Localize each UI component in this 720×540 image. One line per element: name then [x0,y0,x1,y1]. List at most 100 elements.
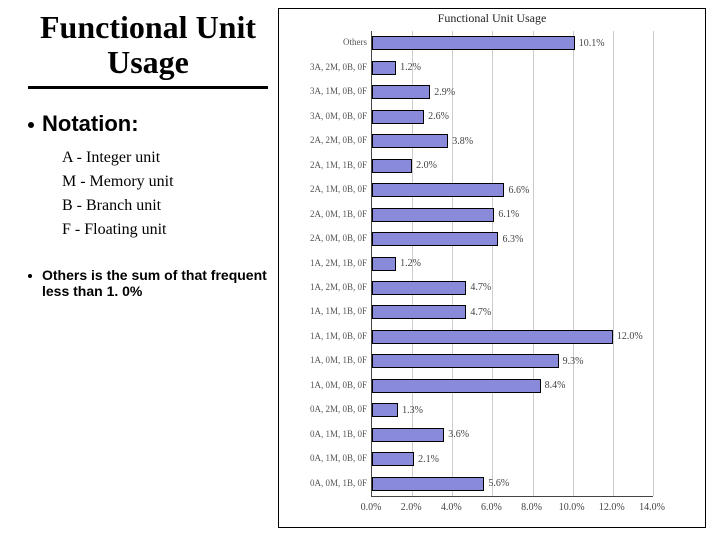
bar-value-label: 2.1% [418,452,439,466]
category-label: 2A, 1M, 0B, 0F [281,185,367,194]
bar-value-label: 6.1% [498,208,519,222]
x-tick-label: 4.0% [441,502,462,513]
bar-value-label: 1.3% [402,403,423,417]
category-label: 3A, 2M, 0B, 0F [281,63,367,72]
bar [372,281,466,295]
bar-row: 6.3% [372,232,653,246]
bar [372,428,444,442]
bar [372,379,541,393]
category-label: 1A, 1M, 1B, 0F [281,307,367,316]
category-label: 2A, 0M, 1B, 0F [281,210,367,219]
category-label: 0A, 1M, 1B, 0F [281,430,367,439]
bar-row: 2.9% [372,85,653,99]
bar-row: 12.0% [372,330,653,344]
notation-heading: Notation: [28,111,268,137]
bar-value-label: 3.6% [448,428,469,442]
bar-row: 10.1% [372,36,653,50]
category-label: 2A, 2M, 0B, 0F [281,136,367,145]
notation-item: B - Branch unit [62,197,268,215]
bar-row: 2.1% [372,452,653,466]
bar-value-label: 9.3% [563,354,584,368]
page-title: Functional Unit Usage [28,10,268,89]
bar-value-label: 1.2% [400,257,421,271]
bar [372,452,414,466]
bar-row: 1.2% [372,61,653,75]
bar [372,305,466,319]
bullet-dot-icon [28,122,34,128]
category-label: 1A, 2M, 0B, 0F [281,283,367,292]
bar-value-label: 2.6% [428,110,449,124]
x-tick-label: 12.0% [599,502,625,513]
notation-item: A - Integer unit [62,149,268,167]
bar-row: 6.6% [372,183,653,197]
bar-row: 2.0% [372,159,653,173]
chart-panel: Functional Unit Usage 10.1%1.2%2.9%2.6%3… [278,8,706,528]
bar-row: 1.3% [372,403,653,417]
category-label: 2A, 0M, 0B, 0F [281,234,367,243]
category-label: 1A, 0M, 1B, 0F [281,356,367,365]
gridline [653,31,654,496]
category-label: 0A, 0M, 1B, 0F [281,479,367,488]
bar-value-label: 6.3% [502,232,523,246]
bullet-dot-icon [28,274,32,278]
category-label: 1A, 1M, 0B, 0F [281,332,367,341]
bar-value-label: 4.7% [470,281,491,295]
bar [372,330,613,344]
bar-value-label: 6.6% [508,183,529,197]
bar-value-label: 3.8% [452,134,473,148]
category-label: 2A, 1M, 1B, 0F [281,161,367,170]
x-tick-label: 0.0% [361,502,382,513]
bar [372,61,396,75]
x-tick-label: 10.0% [559,502,585,513]
bar-value-label: 5.6% [488,477,509,491]
notation-item: F - Floating unit [62,221,268,239]
chart-title: Functional Unit Usage [279,9,705,29]
category-label: 1A, 2M, 1B, 0F [281,259,367,268]
notation-text: Notation: [42,111,139,137]
slide: Functional Unit Usage Notation: A - Inte… [0,0,720,540]
category-label: 1A, 0M, 0B, 0F [281,381,367,390]
bar-row: 5.6% [372,477,653,491]
bar-row: 2.6% [372,110,653,124]
bar [372,208,494,222]
x-tick-label: 14.0% [639,502,665,513]
bar-value-label: 10.1% [579,36,605,50]
bar [372,110,424,124]
bar [372,134,448,148]
bar [372,257,396,271]
bar-row: 3.6% [372,428,653,442]
x-tick-label: 2.0% [401,502,422,513]
bar [372,85,430,99]
bar-value-label: 12.0% [617,330,643,344]
notation-item: M - Memory unit [62,173,268,191]
bar [372,232,498,246]
bar-value-label: 2.9% [434,85,455,99]
bar [372,36,575,50]
bar-row: 6.1% [372,208,653,222]
category-label: 0A, 2M, 0B, 0F [281,405,367,414]
bar [372,477,484,491]
bar [372,354,559,368]
left-column: Functional Unit Usage Notation: A - Inte… [28,10,268,299]
category-label: Others [281,38,367,47]
bar-row: 3.8% [372,134,653,148]
bar-row: 9.3% [372,354,653,368]
bar-row: 8.4% [372,379,653,393]
bar-row: 1.2% [372,257,653,271]
bar [372,403,398,417]
bar-value-label: 2.0% [416,159,437,173]
others-note: Others is the sum of that frequent less … [28,267,268,299]
bar [372,159,412,173]
bar [372,183,504,197]
category-label: 0A, 1M, 0B, 0F [281,454,367,463]
bar-value-label: 4.7% [470,305,491,319]
bar-value-label: 8.4% [545,379,566,393]
x-tick-label: 6.0% [481,502,502,513]
category-label: 3A, 0M, 0B, 0F [281,112,367,121]
bar-value-label: 1.2% [400,61,421,75]
x-tick-label: 8.0% [521,502,542,513]
bullet-block: Notation: A - Integer unit M - Memory un… [28,111,268,299]
category-label: 3A, 1M, 0B, 0F [281,87,367,96]
plot-area: 10.1% 1.2% 2.9% 2.6%3.8% 2.0% 6.6% 6.1% 6.3% 1.2… [371,31,653,497]
bar-row: 4.7% [372,281,653,295]
